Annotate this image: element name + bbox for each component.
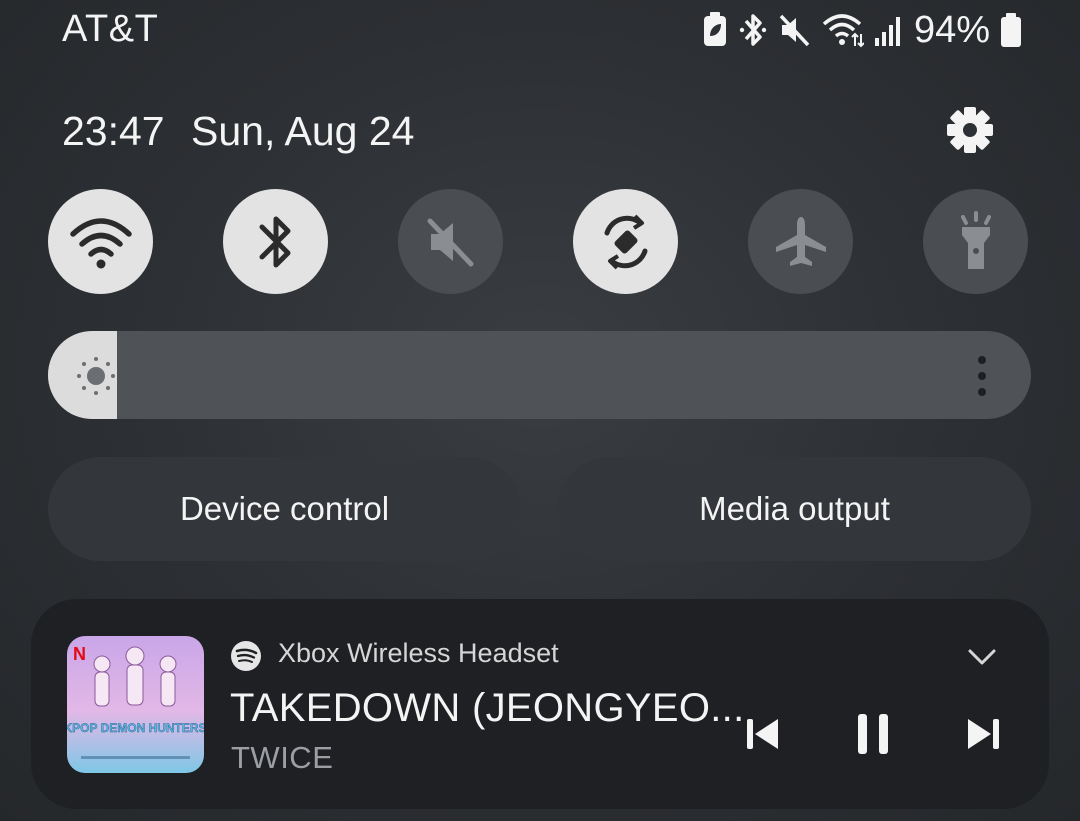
airplane-icon (775, 216, 826, 266)
device-control-button[interactable]: Device control (48, 457, 521, 561)
previous-icon[interactable] (738, 710, 786, 758)
bluetooth-icon (259, 216, 290, 267)
album-art-title: KPOP DEMON HUNTERS (67, 721, 204, 735)
settings-button[interactable] (944, 104, 996, 156)
battery-saver-icon (703, 12, 726, 46)
sun-icon (77, 357, 115, 395)
pause-icon[interactable] (849, 710, 897, 758)
tile-sound[interactable] (398, 189, 503, 294)
clock-time[interactable]: 23:47 (62, 108, 165, 155)
mute-icon (427, 218, 473, 266)
spotify-icon (231, 641, 261, 671)
wifi-icon (69, 217, 132, 268)
mute-icon (779, 14, 810, 47)
battery-icon (1001, 13, 1021, 47)
date-text[interactable]: Sun, Aug 24 (191, 108, 414, 155)
battery-percent: 94% (913, 8, 990, 51)
more-vertical-icon[interactable] (966, 352, 998, 400)
tile-airplane-mode[interactable] (748, 189, 853, 294)
bluetooth-icon (739, 14, 767, 46)
svg-text:N: N (73, 644, 86, 664)
flashlight-icon (960, 210, 991, 269)
media-device-name: Xbox Wireless Headset (278, 638, 559, 668)
carrier-name: AT&T (62, 8, 159, 50)
wifi-icon (822, 14, 864, 48)
brightness-slider[interactable] (48, 331, 1031, 419)
track-title: TAKEDOWN (JEONGYEO... (230, 686, 745, 730)
signal-icon (874, 17, 900, 46)
tile-wifi[interactable] (48, 189, 153, 294)
album-art[interactable]: N KPOP DEMON HUNTERS (67, 636, 204, 773)
tile-bluetooth[interactable] (223, 189, 328, 294)
next-icon[interactable] (960, 710, 1008, 758)
rotate-icon (604, 214, 647, 269)
chevron-down-icon[interactable] (966, 643, 998, 671)
gear-icon (947, 107, 993, 153)
track-artist: TWICE (231, 740, 334, 775)
tile-auto-rotate[interactable] (573, 189, 678, 294)
status-icons: 94% (702, 8, 1022, 52)
tile-flashlight[interactable] (923, 189, 1028, 294)
media-output-button[interactable]: Media output (558, 457, 1031, 561)
